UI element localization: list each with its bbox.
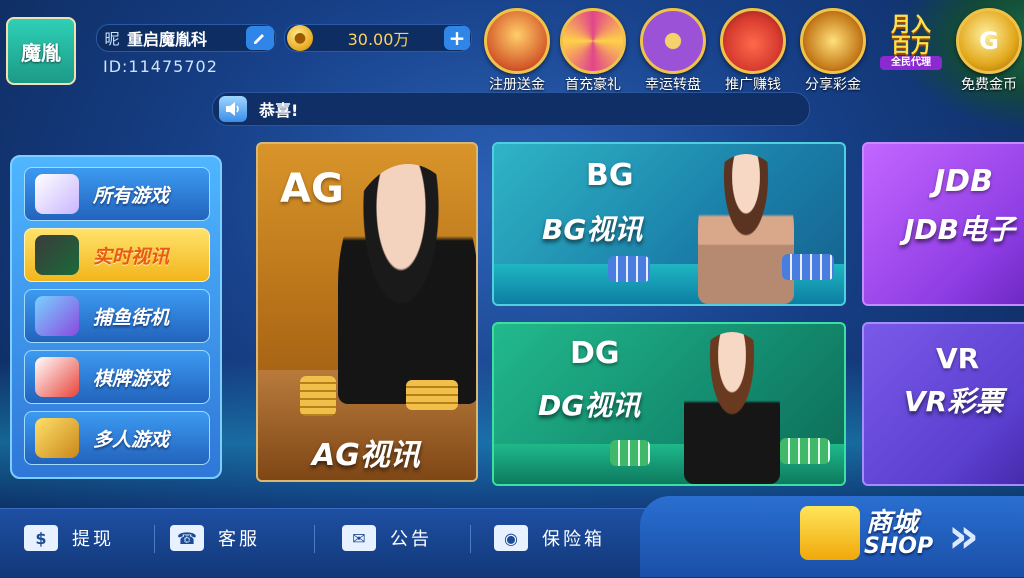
mahjong-icon [35, 357, 79, 397]
divider [470, 525, 471, 553]
menu-item-live-video[interactable]: 实时视讯 [24, 228, 210, 282]
announcement-text: 恭喜! [259, 101, 299, 120]
gold-coin-icon: G [956, 8, 1022, 74]
lucky-wheel-button[interactable]: 幸运转盘 [638, 8, 708, 93]
card-title: JDB电子 [904, 213, 1016, 246]
menu-label: 棋牌游戏 [93, 367, 170, 390]
menu-item-card-games[interactable]: 棋牌游戏 [24, 350, 210, 404]
card-title: DG视讯 [538, 389, 641, 422]
dealer-image [684, 332, 780, 484]
referral-earn-label: 推广赚钱 [725, 77, 781, 93]
divider [314, 525, 315, 553]
share-bonus-button[interactable]: 分享彩金 [798, 8, 868, 93]
playing-cards-icon [35, 174, 79, 214]
withdraw-label: 提现 [72, 529, 114, 550]
card-title: VR彩票 [904, 385, 1004, 418]
chip-stack [406, 380, 458, 410]
gold-chest-icon [800, 8, 866, 74]
trophy-icon [35, 418, 79, 458]
chip-stack [300, 376, 336, 416]
menu-item-multiplayer[interactable]: 多人游戏 [24, 411, 210, 465]
free-coins-label: 免费金币 [961, 77, 1017, 93]
announcement-bar: 恭喜! [212, 92, 810, 126]
promo-line2: 百万 [891, 33, 931, 57]
announcement-label: 公告 [390, 529, 432, 550]
fish-icon [35, 296, 79, 336]
money-bag-icon [720, 8, 786, 74]
register-bonus-label: 注册送金 [489, 77, 545, 93]
game-card-bg[interactable]: BG BG视讯 [492, 142, 846, 306]
dealer-image [698, 154, 794, 304]
share-bonus-label: 分享彩金 [805, 77, 861, 93]
card-logo: DG [570, 336, 620, 371]
chip-stack [780, 438, 830, 464]
game-card-jdb[interactable]: JDB JDB电子 [862, 142, 1024, 306]
safe-label: 保险箱 [542, 529, 605, 550]
lucky-wheel-icon [640, 8, 706, 74]
card-logo: VR [936, 342, 980, 375]
divider [154, 525, 155, 553]
safe-box-button[interactable]: ◉ 保险箱 [494, 518, 605, 558]
game-card-vr[interactable]: VR VR彩票 [862, 322, 1024, 486]
customer-service-button[interactable]: ☎ 客服 [170, 518, 260, 558]
prize-wheel-icon [560, 8, 626, 74]
withdraw-button[interactable]: $ 提现 [24, 518, 114, 558]
menu-label: 多人游戏 [93, 428, 170, 451]
pencil-icon [254, 34, 264, 44]
first-deposit-label: 首充豪礼 [565, 77, 621, 93]
chip-stack [608, 256, 650, 282]
menu-label: 捕鱼街机 [93, 306, 170, 329]
agent-promo-badge[interactable]: 月入 百万 全民代理 [880, 14, 942, 70]
coin-icon: ● [287, 25, 313, 51]
dealer-image [338, 164, 476, 404]
lucky-wheel-label: 幸运转盘 [645, 77, 701, 93]
shopping-cart-icon [800, 506, 860, 560]
shop-label-en: SHOP [864, 534, 934, 559]
card-title: AG视讯 [312, 438, 420, 473]
promo-line1: 月入 [891, 12, 931, 36]
chevron-right-icon: » [948, 508, 980, 564]
live-video-icon [35, 235, 79, 275]
promo-line3: 全民代理 [880, 56, 942, 70]
treasure-chest-icon [484, 8, 550, 74]
free-coins-button[interactable]: G 免费金币 [954, 8, 1024, 93]
menu-item-fishing-arcade[interactable]: 捕鱼街机 [24, 289, 210, 343]
card-logo: AG [280, 166, 344, 212]
card-logo: BG [586, 158, 634, 193]
nickname-bar: 昵 重启魔胤科 [96, 24, 276, 52]
add-coins-button[interactable]: + [444, 26, 470, 50]
menu-label: 实时视讯 [93, 245, 170, 268]
game-category-menu: 所有游戏 实时视讯 捕鱼街机 棋牌游戏 多人游戏 [10, 155, 222, 479]
nickname: 重启魔胤科 [127, 30, 208, 49]
coin-amount: 30.00万 [347, 30, 410, 49]
game-card-dg[interactable]: DG DG视讯 [492, 322, 846, 486]
user-id: ID:11475702 [103, 57, 218, 76]
chip-stack [610, 440, 650, 466]
nickname-tag: 昵 [104, 29, 120, 48]
shop-button[interactable]: 商城 SHOP » [640, 496, 1024, 577]
menu-item-all-games[interactable]: 所有游戏 [24, 167, 210, 221]
cash-icon: $ [24, 525, 58, 551]
game-card-ag[interactable]: AG AG视讯 [256, 142, 478, 482]
announcement-button[interactable]: ✉ 公告 [342, 518, 432, 558]
referral-earn-button[interactable]: 推广赚钱 [718, 8, 788, 93]
card-title: BG视讯 [542, 213, 643, 246]
speaker-icon [219, 96, 247, 122]
first-deposit-button[interactable]: 首充豪礼 [558, 8, 628, 93]
chip-stack [782, 254, 834, 280]
phone-icon: ☎ [170, 525, 204, 551]
edit-nickname-button[interactable] [246, 26, 274, 50]
logo-text: 魔胤 [21, 40, 61, 65]
service-label: 客服 [218, 529, 260, 550]
register-bonus-button[interactable]: 注册送金 [482, 8, 552, 93]
coin-balance: ● 30.00万 + [284, 24, 472, 52]
menu-label: 所有游戏 [93, 184, 170, 207]
app-logo: 魔胤 [6, 17, 76, 85]
card-logo: JDB [934, 164, 993, 199]
safe-icon: ◉ [494, 525, 528, 551]
envelope-icon: ✉ [342, 525, 376, 551]
